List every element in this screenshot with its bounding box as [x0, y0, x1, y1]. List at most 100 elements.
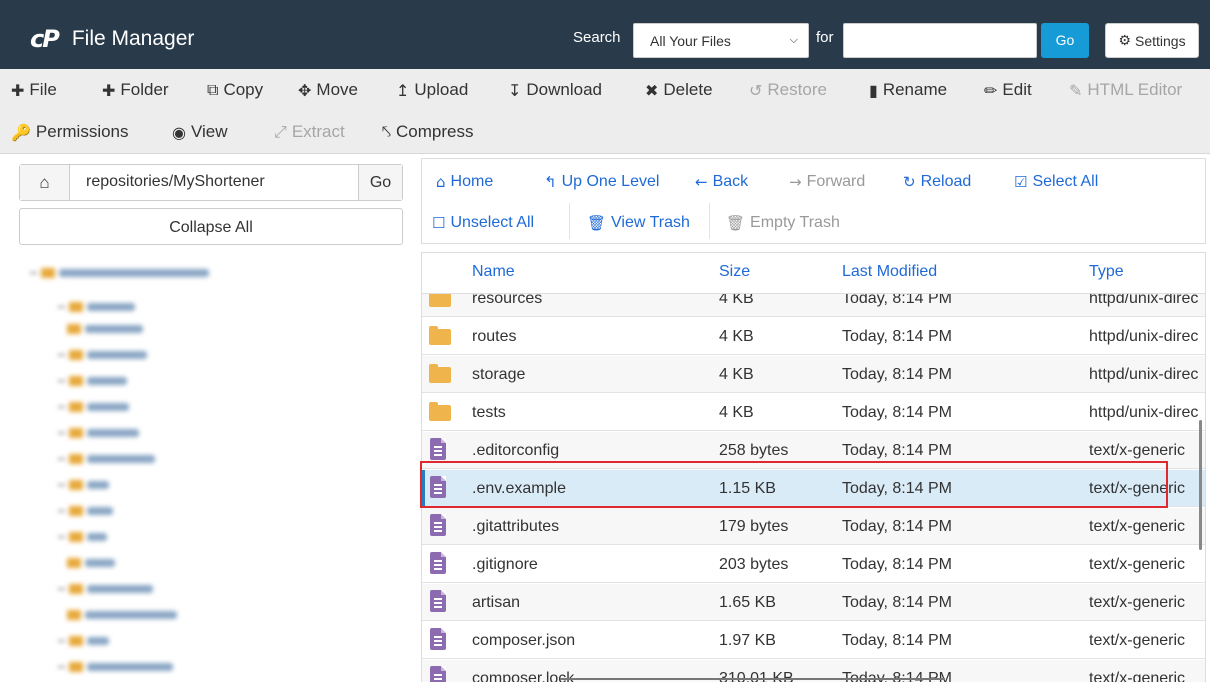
divider	[569, 203, 570, 239]
search-scope-value: All Your Files	[650, 33, 731, 49]
table-header: Name Size Last Modified Type	[422, 253, 1205, 294]
tree-node[interactable]	[58, 504, 113, 518]
tree-node[interactable]	[67, 322, 143, 336]
up-one-level-button[interactable]: ↰ Up One Level	[544, 173, 659, 191]
tree-node[interactable]	[67, 556, 115, 570]
vertical-scrollbar[interactable]	[1199, 420, 1202, 550]
table-row[interactable]: artisan 1.65 KB Today, 8:14 PM text/x-gener…	[422, 584, 1205, 621]
download-label: Download	[526, 80, 603, 99]
new-file-button[interactable]: ✚ File	[11, 80, 57, 100]
search-go-button[interactable]: Go	[1041, 23, 1089, 58]
edit-square-icon: ✎	[1069, 80, 1083, 100]
file-modified: Today, 8:14 PM	[842, 480, 952, 497]
chevron-down-icon: ⌵	[789, 34, 798, 46]
file-name: .gitattributes	[472, 518, 560, 535]
rename-button[interactable]: ▮ Rename	[869, 80, 947, 100]
column-type[interactable]: Type	[1089, 263, 1124, 281]
permissions-button[interactable]: 🔑 Permissions	[11, 122, 129, 142]
back-button[interactable]: ← Back	[695, 173, 748, 191]
path-input[interactable]: repositories/MyShortener	[86, 173, 265, 191]
file-icon	[430, 552, 446, 574]
home-icon: ⌂	[436, 173, 446, 191]
file-name: .env.example	[472, 480, 566, 497]
path-go-button[interactable]: Go	[358, 165, 402, 200]
tree-node[interactable]	[58, 582, 153, 596]
table-row[interactable]: storage 4 KB Today, 8:14 PM httpd/unix-dire…	[422, 356, 1205, 393]
tree-node[interactable]	[30, 266, 209, 280]
column-size[interactable]: Size	[719, 263, 750, 281]
extract-button[interactable]: ⤢ Extract	[274, 122, 345, 142]
reload-icon: ↻	[903, 173, 916, 191]
back-label: Back	[712, 173, 749, 190]
trash-icon: 🗑	[587, 214, 607, 232]
restore-button[interactable]: ↺ Restore	[749, 80, 827, 100]
path-bar: ⌂ repositories/MyShortener Go	[19, 164, 403, 201]
column-last-modified[interactable]: Last Modified	[842, 263, 937, 281]
file-name: .editorconfig	[472, 442, 560, 459]
home-icon[interactable]: ⌂	[20, 165, 70, 200]
edit-button[interactable]: ✏ Edit	[984, 80, 1032, 100]
table-row[interactable]: routes 4 KB Today, 8:14 PM httpd/unix-direc	[422, 318, 1205, 355]
level-up-icon: ↰	[544, 173, 557, 191]
tree-node[interactable]	[58, 660, 173, 674]
plus-icon: ✚	[102, 80, 116, 100]
tree-node[interactable]	[58, 452, 155, 466]
file-modified: Today, 8:14 PM	[842, 556, 952, 573]
file-icon	[430, 666, 446, 682]
reload-button[interactable]: ↻ Reload	[903, 173, 971, 191]
tree-node[interactable]	[67, 608, 177, 622]
table-row[interactable]: .gitignore 203 bytes Today, 8:14 PM text/x-…	[422, 546, 1205, 583]
forward-button[interactable]: → Forward	[789, 173, 865, 191]
tree-node[interactable]	[58, 426, 139, 440]
table-row[interactable]: .env.example 1.15 KB Today, 8:14 PM text/x-…	[422, 470, 1205, 507]
upload-button[interactable]: ↥ Upload	[396, 80, 468, 100]
delete-button[interactable]: ✖ Delete	[645, 80, 713, 100]
file-type: text/x-generic	[1089, 518, 1186, 535]
file-modified: Today, 8:14 PM	[842, 442, 952, 459]
move-button[interactable]: ✥ Move	[298, 80, 358, 100]
nav-home-label: Home	[450, 173, 494, 190]
file-size: 310.01 KB	[719, 670, 794, 682]
tree-node[interactable]	[58, 400, 129, 414]
file-name: composer.json	[472, 632, 576, 649]
download-button[interactable]: ↧ Download	[508, 80, 602, 100]
column-name[interactable]: Name	[472, 263, 515, 281]
reload-label: Reload	[920, 173, 972, 190]
table-row[interactable]: composer.json 1.97 KB Today, 8:14 PM text/x…	[422, 622, 1205, 659]
divider	[709, 203, 710, 239]
collapse-all-button[interactable]: Collapse All	[19, 208, 403, 245]
view-trash-button[interactable]: 🗑 View Trash	[587, 214, 690, 232]
search-input[interactable]	[843, 23, 1037, 58]
tree-node[interactable]	[58, 300, 135, 314]
select-all-button[interactable]: ☑ Select All	[1014, 173, 1098, 191]
brand[interactable]: cP File Manager	[30, 25, 194, 53]
nav-home-button[interactable]: ⌂ Home	[436, 173, 493, 191]
toolbar: ✚ File ✚ Folder ⧉ Copy ✥ Move ↥ Upload ↧ Downl…	[0, 69, 1210, 154]
trash-icon: 🗑	[726, 214, 746, 232]
html-editor-button[interactable]: ✎ HTML Editor	[1069, 80, 1182, 100]
settings-button[interactable]: ⚙ Settings	[1105, 23, 1199, 58]
view-label: View	[190, 122, 228, 141]
table-row[interactable]: .gitattributes 179 bytes Today, 8:14 PM tex…	[422, 508, 1205, 545]
copy-button[interactable]: ⧉ Copy	[207, 80, 263, 100]
view-trash-label: View Trash	[611, 214, 690, 231]
search-scope-select[interactable]: All Your Files ⌵	[633, 23, 809, 58]
unselect-all-button[interactable]: ☐ Unselect All	[432, 214, 534, 232]
tree-node[interactable]	[58, 530, 107, 544]
tree-node[interactable]	[58, 478, 109, 492]
view-button[interactable]: ◉ View	[172, 122, 228, 142]
forward-label: Forward	[806, 173, 866, 190]
horizontal-scrollbar[interactable]	[560, 678, 945, 680]
compress-button[interactable]: ⤣ Compress	[382, 122, 473, 142]
tree-node[interactable]	[58, 634, 109, 648]
table-row[interactable]: .editorconfig 258 bytes Today, 8:14 PM text…	[422, 432, 1205, 469]
arrow-right-icon: →	[789, 173, 802, 191]
file-modified: Today, 8:14 PM	[842, 518, 952, 535]
file-size: 4 KB	[719, 328, 754, 345]
table-row[interactable]: tests 4 KB Today, 8:14 PM httpd/unix-direc	[422, 394, 1205, 431]
new-folder-button[interactable]: ✚ Folder	[102, 80, 169, 100]
file-size: 1.15 KB	[719, 480, 776, 497]
tree-node[interactable]	[58, 374, 127, 388]
empty-trash-button[interactable]: 🗑 Empty Trash	[726, 214, 840, 232]
tree-node[interactable]	[58, 348, 147, 362]
